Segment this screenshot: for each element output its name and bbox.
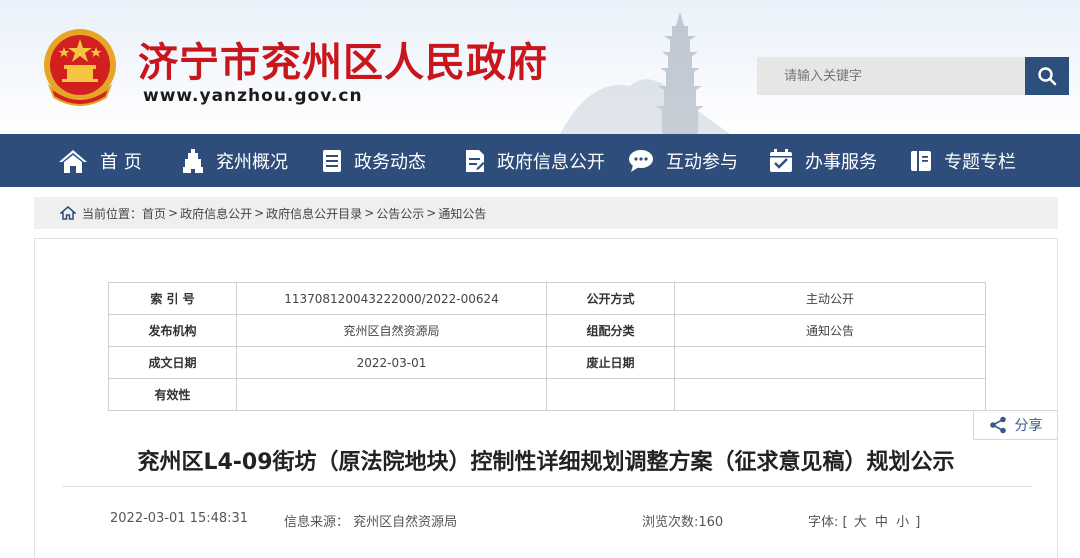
article-title: 兖州区L4-09街坊（原法院地块）控制性详细规划调整方案（征求意见稿）规划公示: [137, 450, 955, 475]
nav-item-special-topics[interactable]: 专题专栏: [910, 134, 1016, 187]
source-label: 信息来源：: [284, 515, 350, 530]
meta-value: 2022-03-01: [236, 346, 547, 379]
breadcrumb-link-announcements[interactable]: 公告公示: [376, 205, 424, 222]
meta-key: 废止日期: [546, 346, 675, 379]
breadcrumb-link-catalog[interactable]: 政府信息公开目录: [266, 205, 362, 222]
national-emblem-icon: [44, 29, 116, 106]
table-row: 有效性: [108, 378, 986, 411]
nav-label: 政府信息公开: [497, 151, 605, 173]
publish-datetime: 2022-03-01 15:48:31: [110, 511, 249, 526]
search-input[interactable]: [757, 57, 1025, 95]
nav-item-home[interactable]: 首 页: [58, 134, 142, 187]
breadcrumb-link-gov-info[interactable]: 政府信息公开: [180, 205, 252, 222]
nav-item-news[interactable]: 政务动态: [322, 134, 426, 187]
site-url[interactable]: www.yanzhou.gov.cn: [143, 86, 363, 106]
nav-label: 办事服务: [805, 151, 877, 173]
search-button[interactable]: [1025, 57, 1069, 95]
views-label: 浏览次数:: [642, 515, 699, 530]
font-size-medium[interactable]: 中: [875, 515, 888, 530]
font-size-label: 字体:: [808, 515, 839, 530]
meta-key: 公开方式: [546, 282, 675, 315]
font-bracket-open: [: [842, 515, 848, 530]
metadata-table: 索 引 号 113708120043222000/2022-00624 公开方式…: [108, 282, 986, 411]
nav-label: 政务动态: [354, 151, 426, 173]
breadcrumb-link-notices[interactable]: 通知公告: [438, 205, 486, 222]
chat-icon: [629, 149, 653, 172]
meta-key: 组配分类: [546, 314, 675, 347]
share-button[interactable]: 分享: [973, 410, 1058, 440]
main-nav: 首 页 兖州概况 政务动态 政府信息公开 互动参与 办事服务 专题专栏: [0, 134, 1080, 187]
title-divider: [62, 486, 1032, 487]
pagoda-illustration: [560, 12, 730, 134]
search-icon: [1038, 67, 1057, 86]
nav-label: 兖州概况: [216, 151, 288, 173]
nav-item-interaction[interactable]: 互动参与: [628, 134, 738, 187]
source-value: 兖州区自然资源局: [353, 515, 458, 530]
font-size-large[interactable]: 大: [854, 515, 867, 530]
nav-item-services[interactable]: 办事服务: [769, 134, 877, 187]
meta-value: 113708120043222000/2022-00624: [236, 282, 547, 315]
breadcrumb: 当前位置： 首页 > 政府信息公开 > 政府信息公开目录 > 公告公示 > 通知公告: [34, 197, 1058, 229]
info-source: 信息来源： 兖州区自然资源局: [284, 511, 457, 530]
home-icon: [59, 149, 87, 173]
meta-value: [674, 346, 986, 379]
views-value: 160: [698, 515, 724, 530]
nav-label: 互动参与: [666, 151, 738, 173]
meta-key: 有效性: [108, 378, 237, 411]
meta-key: [546, 378, 675, 411]
meta-key: 索 引 号: [108, 282, 237, 315]
breadcrumb-prefix: 当前位置：: [82, 206, 143, 221]
meta-value: [674, 378, 986, 411]
share-label: 分享: [1014, 418, 1043, 434]
site-header: 济宁市兖州区人民政府 www.yanzhou.gov.cn: [0, 0, 1080, 134]
view-count: 浏览次数:160: [642, 511, 723, 530]
table-row: 成文日期 2022-03-01 废止日期: [108, 346, 986, 379]
building-icon: [183, 148, 203, 173]
font-size-small[interactable]: 小: [896, 515, 909, 530]
table-row: 索 引 号 113708120043222000/2022-00624 公开方式…: [108, 282, 986, 315]
meta-key: 成文日期: [108, 346, 237, 379]
home-icon: [60, 206, 76, 220]
nav-item-info-disclosure[interactable]: 政府信息公开: [465, 134, 605, 187]
meta-key: 发布机构: [108, 314, 237, 347]
document-icon: [323, 149, 341, 172]
breadcrumb-link-home[interactable]: 首页: [142, 205, 166, 222]
font-size-switcher: 字体: [ 大 中 小 ]: [808, 511, 920, 530]
meta-value: 通知公告: [674, 314, 986, 347]
nav-label: 首 页: [100, 151, 142, 173]
nav-label: 专题专栏: [944, 151, 1016, 173]
file-edit-icon: [466, 149, 485, 172]
meta-value: 主动公开: [674, 282, 986, 315]
font-bracket-close: ]: [915, 515, 921, 530]
meta-value: [236, 378, 547, 411]
site-title[interactable]: 济宁市兖州区人民政府: [138, 30, 548, 88]
book-icon: [911, 150, 931, 171]
nav-item-overview[interactable]: 兖州概况: [182, 134, 288, 187]
meta-value: 兖州区自然资源局: [236, 314, 547, 347]
table-row: 发布机构 兖州区自然资源局 组配分类 通知公告: [108, 314, 986, 347]
share-icon: [989, 416, 1006, 434]
calendar-check-icon: [770, 148, 792, 172]
